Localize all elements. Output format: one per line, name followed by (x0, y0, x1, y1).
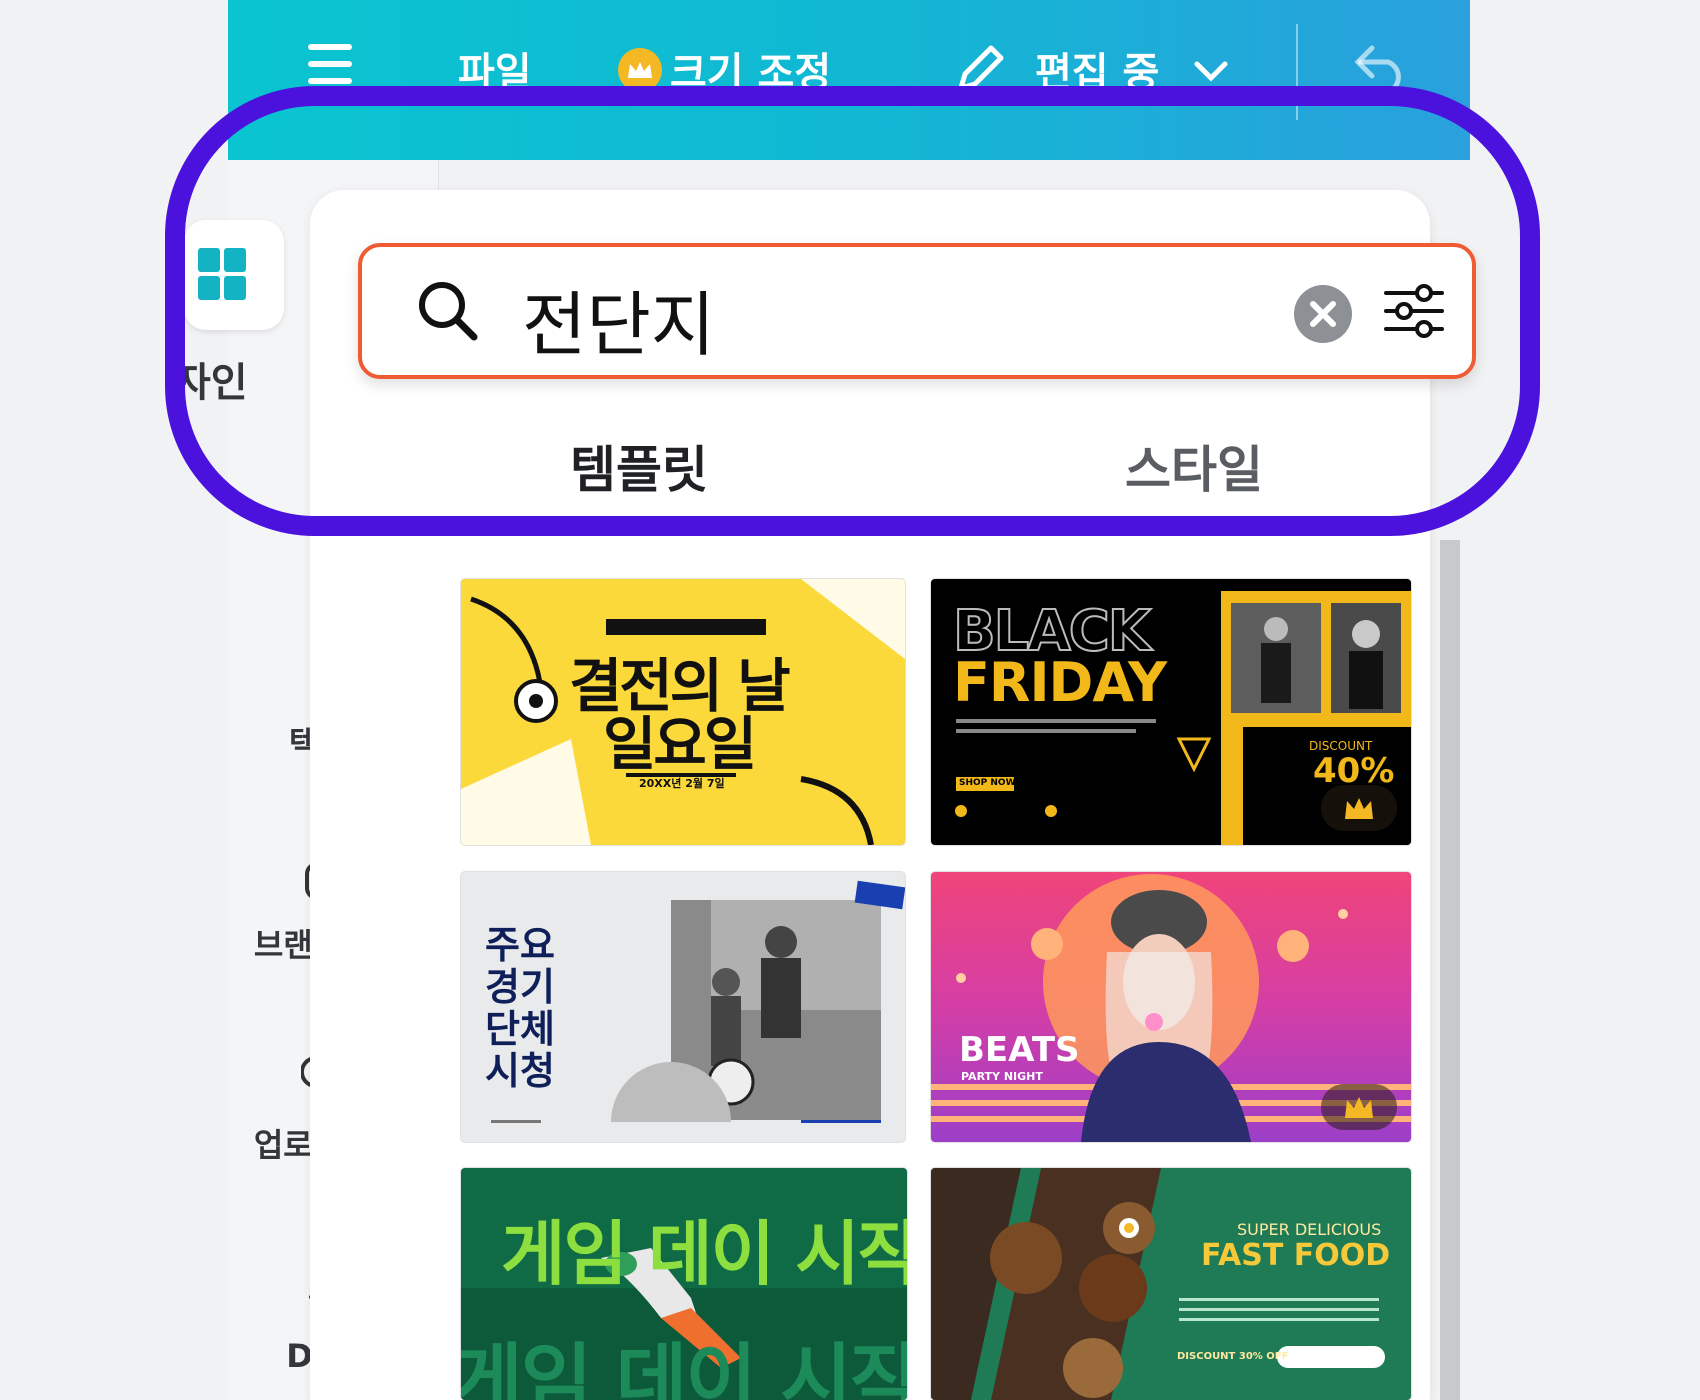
sidebar-item-design-label: 자인 (174, 360, 248, 406)
crown-icon (618, 48, 662, 92)
card-offer: DISCOUNT 30% OFF (1177, 1351, 1289, 1362)
card-title: 일요일 (603, 710, 757, 778)
card-date: 20XX년 2월 7일 (639, 777, 725, 790)
toolbar-divider (1296, 24, 1298, 120)
file-menu[interactable]: 파일 (458, 40, 532, 98)
clear-icon[interactable] (1294, 285, 1352, 343)
premium-crown-icon (1321, 785, 1397, 831)
card-background (931, 1168, 1385, 1400)
tab-styles[interactable]: 스타일 (1125, 430, 1263, 502)
card-title-ghost: 게임 데이 시작 (461, 1336, 907, 1400)
chevron-down-icon (1194, 61, 1228, 82)
search-box: 전단지 (358, 243, 1476, 379)
card-title: FRIDAY (953, 651, 1167, 714)
design-icon (184, 220, 284, 330)
template-card[interactable]: SUPER DELICIOUS FAST FOOD DISCOUNT 30% O… (931, 1168, 1411, 1400)
template-card[interactable]: 결전의 날 일요일 20XX년 2월 7일 (461, 579, 905, 845)
card-title: 시청 (485, 1049, 555, 1093)
editing-label: 편집 중 (1035, 50, 1160, 96)
filter-icon[interactable] (1382, 283, 1446, 339)
card-title: BEATS (959, 1030, 1080, 1070)
shop-now-button: SHOP NOW (959, 778, 1016, 788)
template-card[interactable]: BLACK FRIDAY SHOP NOW DISCOUNT 40% (931, 579, 1411, 845)
resize-label: 크기 조정 (670, 50, 832, 96)
sidebar-item-design[interactable] (184, 220, 294, 360)
pencil-icon (958, 45, 1004, 91)
card-title: 게임 데이 시작 (501, 1213, 907, 1295)
template-card[interactable]: BEATS PARTY NIGHT (931, 872, 1411, 1142)
premium-crown-icon (1321, 1084, 1397, 1130)
undo-icon[interactable] (1350, 42, 1410, 92)
search-input[interactable]: 전단지 (522, 269, 715, 370)
search-icon (419, 282, 478, 341)
hamburger-icon[interactable] (308, 44, 352, 84)
top-toolbar: 파일 크기 조정 편집 중 (228, 0, 1470, 160)
card-subtitle: PARTY NIGHT (961, 1070, 1043, 1083)
card-kicker: SUPER DELICIOUS (1237, 1220, 1382, 1239)
scrollbar[interactable] (1440, 540, 1460, 1400)
tab-templates[interactable]: 템플릿 (570, 430, 708, 502)
template-card[interactable]: 게임 데이 시작 게임 데이 시작 (461, 1168, 907, 1400)
template-card[interactable]: 주요 경기 단체 시청 (461, 872, 905, 1142)
card-title: FAST FOOD (1201, 1238, 1391, 1273)
